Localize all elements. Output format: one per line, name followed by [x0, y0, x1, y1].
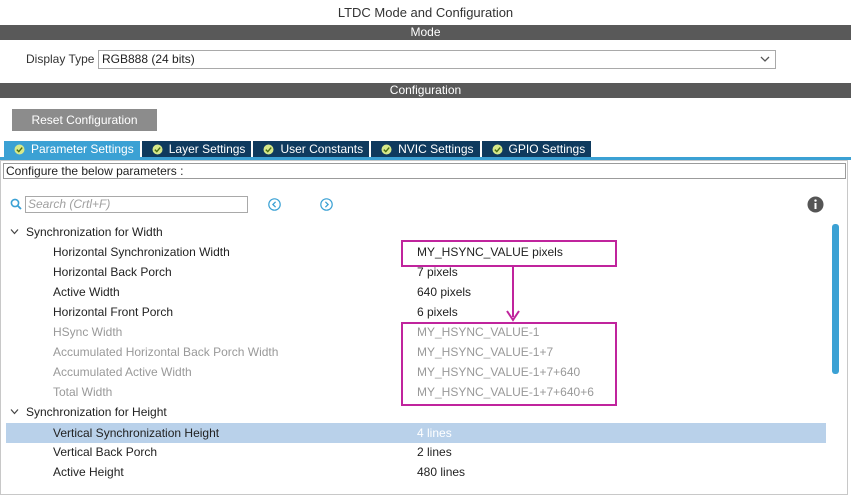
- config-tabs: Parameter Settings Layer Settings User C…: [4, 141, 593, 157]
- display-type-label: Display Type: [26, 52, 95, 66]
- tab-nvic-settings[interactable]: NVIC Settings: [371, 141, 480, 157]
- check-circle-icon: [14, 144, 25, 154]
- highlight-box-source: [401, 240, 617, 267]
- tab-label: User Constants: [280, 142, 364, 156]
- param-value[interactable]: 480 lines: [417, 462, 465, 482]
- configure-hint: Configure the below parameters :: [3, 163, 846, 179]
- param-label: Horizontal Front Porch: [53, 305, 174, 319]
- param-row[interactable]: Active Height 480 lines: [0, 462, 826, 482]
- reset-configuration-button[interactable]: Reset Configuration: [12, 109, 157, 131]
- search-icon: [10, 198, 22, 210]
- check-circle-icon: [152, 144, 163, 154]
- check-circle-icon: [492, 144, 503, 154]
- param-label: HSync Width: [53, 325, 123, 339]
- tab-label: NVIC Settings: [398, 142, 474, 156]
- circle-right-icon[interactable]: [320, 198, 333, 211]
- display-type-value: RGB888 (24 bits): [102, 52, 195, 66]
- highlight-box-derived: [401, 322, 617, 406]
- tab-gpio-settings[interactable]: GPIO Settings: [481, 141, 592, 157]
- chevron-down-icon: [760, 56, 770, 62]
- param-label: Accumulated Horizontal Back Porch Width: [53, 345, 279, 359]
- param-row[interactable]: Horizontal Front Porch 6 pixels: [0, 302, 826, 322]
- param-value[interactable]: 4 lines: [417, 423, 452, 443]
- group-sync-width[interactable]: Synchronization for Width: [0, 222, 826, 242]
- tab-label: Layer Settings: [168, 142, 246, 156]
- tab-label: Parameter Settings: [31, 142, 134, 156]
- scrollbar-thumb[interactable]: [832, 224, 839, 374]
- tab-parameter-settings[interactable]: Parameter Settings: [4, 141, 140, 157]
- param-label: Accumulated Active Width: [53, 365, 192, 379]
- param-value[interactable]: 6 pixels: [417, 302, 458, 322]
- chevron-down-icon: [10, 409, 19, 415]
- search-placeholder: Search (Crtl+F): [28, 197, 111, 211]
- group-label: Synchronization for Height: [26, 405, 167, 419]
- window-title: LTDC Mode and Configuration: [0, 0, 851, 25]
- param-row[interactable]: Active Width 640 pixels: [0, 282, 826, 302]
- group-label: Synchronization for Width: [26, 225, 163, 239]
- param-label: Vertical Synchronization Height: [53, 426, 220, 440]
- check-circle-icon: [263, 144, 274, 154]
- param-label: Vertical Back Porch: [53, 445, 158, 459]
- param-label: Total Width: [53, 385, 113, 399]
- tab-label: GPIO Settings: [508, 142, 586, 156]
- param-row-selected[interactable]: Vertical Synchronization Height 4 lines: [6, 423, 826, 443]
- tab-user-constants[interactable]: User Constants: [253, 141, 370, 157]
- param-label: Horizontal Synchronization Width: [53, 245, 230, 259]
- param-label: Horizontal Back Porch: [53, 265, 172, 279]
- circle-left-icon[interactable]: [268, 198, 281, 211]
- configuration-section-header: Configuration: [0, 83, 851, 98]
- chevron-down-icon: [10, 229, 19, 235]
- param-label: Active Width: [53, 285, 120, 299]
- param-value[interactable]: 640 pixels: [417, 282, 471, 302]
- annotation-arrow-icon: [506, 267, 520, 322]
- check-circle-icon: [381, 144, 392, 154]
- tab-layer-settings[interactable]: Layer Settings: [141, 141, 252, 157]
- param-value[interactable]: 2 lines: [417, 442, 452, 462]
- display-type-select[interactable]: RGB888 (24 bits): [98, 50, 776, 69]
- search-input[interactable]: Search (Crtl+F): [25, 196, 248, 213]
- param-row[interactable]: Vertical Back Porch 2 lines: [0, 442, 826, 462]
- info-icon[interactable]: [807, 196, 824, 213]
- param-label: Active Height: [53, 465, 124, 479]
- mode-section-header: Mode: [0, 25, 851, 40]
